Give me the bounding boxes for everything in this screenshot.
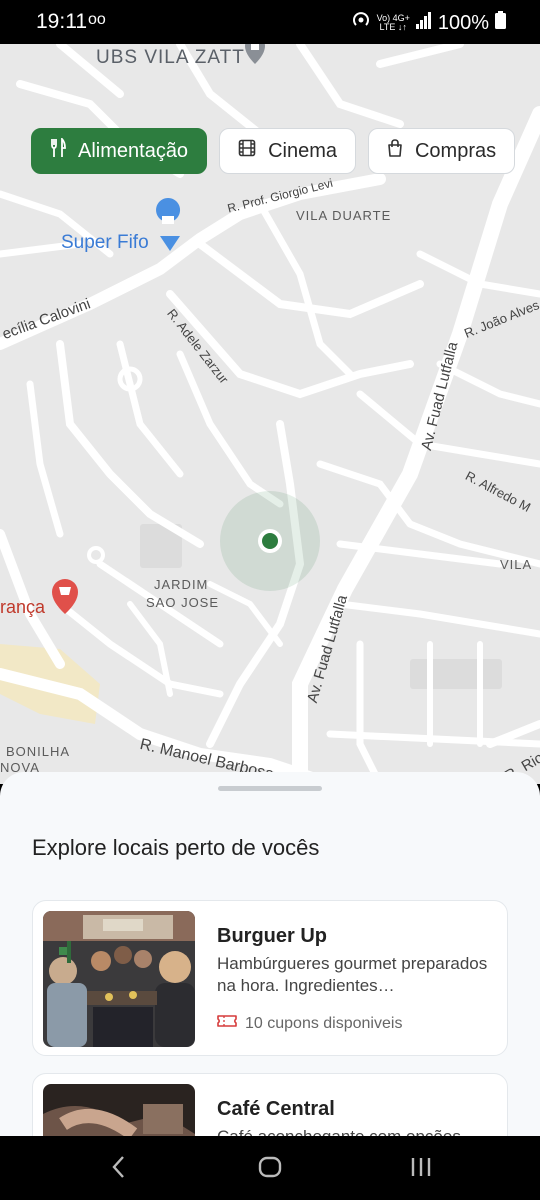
film-icon [238, 139, 256, 163]
status-right: Vo) 4G+ LTE ↓↑ 100% [351, 10, 506, 36]
sheet-title: Explore locais perto de vocês [32, 835, 320, 860]
sheet-drag-handle[interactable] [218, 786, 322, 791]
recents-button[interactable] [408, 1154, 434, 1187]
battery-text: 100% [437, 11, 489, 34]
map-label-jardim: JARDIM [154, 577, 209, 592]
map-label-bonilha: BONILHA [6, 744, 71, 759]
back-button[interactable] [108, 1154, 130, 1187]
bottom-sheet: Explore locais perto de vocês Burguer Up… [0, 772, 540, 1136]
signal-icon [415, 11, 432, 35]
place-description: Café aconchegante com opções [217, 1126, 501, 1136]
place-description: Hambúrgueres gourmet preparados na hora.… [217, 954, 488, 995]
map-label-vila: VILA [500, 557, 533, 572]
home-button[interactable] [258, 1154, 282, 1187]
voicemail-icon: oo [88, 11, 106, 28]
ticket-icon [217, 1013, 237, 1034]
place-card-burguer-up[interactable]: Burguer Up Hambúrgueres gourmet preparad… [32, 900, 508, 1056]
hotspot-icon [351, 10, 371, 36]
chip-compras[interactable]: Compras [367, 128, 516, 174]
category-chips: Alimentação Cinema Compras [31, 128, 516, 174]
status-time: 19:11 [36, 10, 87, 33]
map-label-ubs: UBS VILA ZATT [96, 47, 245, 68]
shopping-bag-icon [387, 139, 403, 163]
place-thumbnail [43, 1084, 195, 1136]
network-indicator: Vo) 4G+ LTE ↓↑ [377, 14, 410, 32]
fork-knife-icon [50, 136, 66, 164]
place-name: Café Central [217, 1098, 335, 1120]
chip-cinema[interactable]: Cinema [219, 128, 356, 174]
place-coupons: 10 cupons disponiveis [217, 1013, 402, 1034]
status-bar: 19:11 oo Vo) 4G+ LTE ↓↑ 100% [0, 0, 540, 44]
place-thumbnail [43, 911, 195, 1047]
system-nav-bar [0, 1136, 540, 1200]
chip-label: Compras [414, 139, 497, 162]
chip-label: Alimentação [78, 139, 189, 162]
battery-icon [495, 11, 506, 35]
network-bottom: LTE ↓↑ [379, 22, 407, 32]
map-label-vila-duarte: VILA DUARTE [296, 208, 392, 223]
chip-label: Cinema [268, 139, 337, 162]
chip-alimentacao[interactable]: Alimentação [31, 128, 208, 174]
poi-super-fifo[interactable]: Super Fifo [61, 232, 149, 254]
place-name: Burguer Up [217, 925, 327, 947]
place-card-cafe-central[interactable]: Café Central Café aconchegante com opçõe… [32, 1073, 508, 1136]
poi-franca[interactable]: rança [0, 597, 45, 618]
map-label-sao-jose: SAO JOSE [146, 595, 220, 610]
coupons-text: 10 cupons disponiveis [245, 1014, 403, 1032]
